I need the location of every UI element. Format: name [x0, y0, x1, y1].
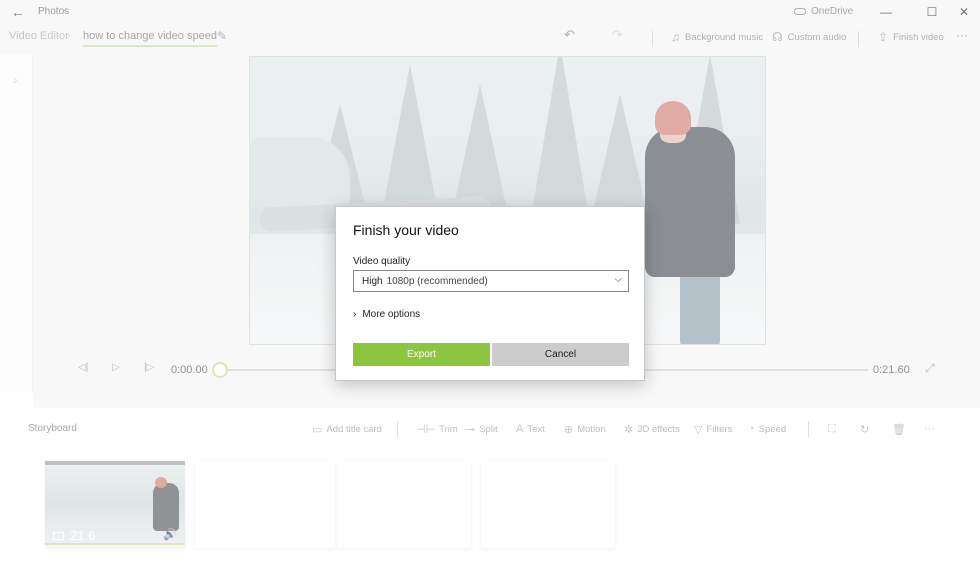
more-options-label: More options: [362, 309, 421, 320]
finish-video-dialog: Finish your video Video quality High 108…: [335, 206, 645, 381]
video-quality-label: Video quality: [353, 256, 411, 267]
quality-detail: 1080p (recommended): [386, 275, 488, 287]
export-button[interactable]: Export: [353, 343, 490, 366]
more-options-toggle[interactable]: › More options: [353, 309, 420, 320]
chevron-right-icon: ›: [353, 309, 357, 320]
quality-value: High: [362, 275, 383, 287]
dialog-title: Finish your video: [353, 222, 459, 238]
cancel-button[interactable]: Cancel: [492, 343, 629, 366]
chevron-down-icon: ⌵: [614, 274, 622, 285]
video-quality-select[interactable]: High 1080p (recommended) ⌵: [353, 270, 629, 292]
